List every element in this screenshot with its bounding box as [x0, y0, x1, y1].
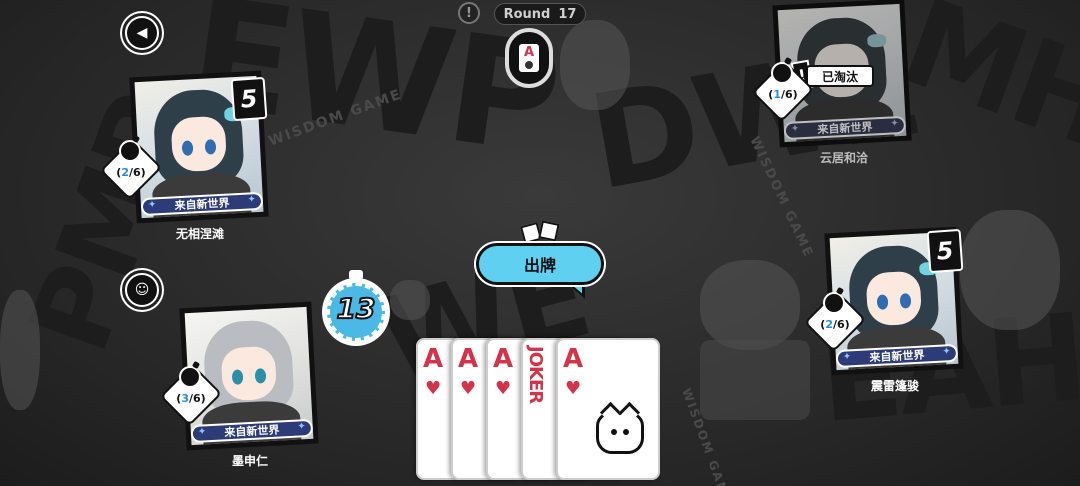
- bomb-icon: [179, 366, 201, 388]
- claim-card-icon: A: [519, 44, 539, 72]
- bomb-count: (1/6): [768, 88, 798, 101]
- bg-mascot: [700, 340, 810, 420]
- bg-text: WISDOM GAME: [679, 386, 735, 486]
- bomb-icon: [119, 140, 141, 162]
- hand-card[interactable]: A ♥: [556, 338, 660, 480]
- cat-eye: [611, 429, 617, 435]
- avatar-bow: [866, 33, 888, 48]
- bg-mascot: [700, 260, 800, 350]
- bomb-current: 2: [121, 166, 129, 179]
- card-rank: JOKER: [525, 346, 546, 404]
- card-suit: ♥: [495, 378, 512, 399]
- player-name: 震雷篷骏: [870, 379, 919, 393]
- avatar-face: [865, 270, 923, 327]
- bomb-count: (2/6): [820, 318, 850, 331]
- bg-mascot: [560, 20, 630, 110]
- round-indicator: Round 17: [494, 3, 586, 25]
- card-rank: A: [563, 344, 584, 374]
- bg-mascot: [960, 210, 1060, 330]
- player-name: 墨申仁: [231, 454, 268, 468]
- card-suit: ♥: [565, 378, 582, 399]
- bomb-counter: (3/6): [159, 363, 223, 427]
- bomb-current: 2: [825, 318, 833, 331]
- card-suit: ♥: [425, 378, 442, 399]
- cat-mascot-icon: [596, 412, 644, 454]
- avatar-eye: [876, 294, 889, 310]
- dice-icon: [518, 220, 562, 245]
- bomb-total: 6: [193, 392, 201, 405]
- bomb-counter: (1/6): [751, 59, 815, 123]
- round-label: Round: [503, 6, 551, 22]
- level-badge: 5: [926, 228, 964, 274]
- game-stage: EWP PMP DWE MHA WE EAH WISDOM GAME WISDO…: [0, 0, 1080, 486]
- bg-graffiti: MHA: [885, 0, 1080, 207]
- alert-icon[interactable]: !: [458, 2, 480, 24]
- avatar-eye: [231, 369, 244, 385]
- play-cards-button[interactable]: 出牌: [476, 243, 604, 299]
- bomb-current: 1: [773, 88, 781, 101]
- bomb-icon: [771, 62, 793, 84]
- eliminated-status: 已淘汰: [806, 65, 874, 87]
- emote-icon: ☺: [127, 275, 157, 305]
- player-name: 云居和洽: [819, 151, 868, 165]
- bomb-icon: [823, 292, 845, 314]
- player-hand: A ♥ A ♥ A ♥ JOKER A ♥: [416, 338, 666, 484]
- card-rank: A: [493, 344, 514, 374]
- bomb-counter: (2/6): [803, 289, 867, 353]
- card-rank: A: [423, 344, 444, 374]
- avatar-face: [220, 345, 278, 402]
- bg-text: WISDOM GAME: [266, 86, 405, 150]
- back-arrow-icon: ◀: [127, 18, 157, 48]
- emote-button[interactable]: ☺: [122, 270, 162, 310]
- bomb-total: 6: [133, 166, 141, 179]
- play-cards-label: 出牌: [476, 243, 604, 285]
- level-badge: 5: [230, 76, 268, 122]
- bg-mascot: [390, 280, 430, 320]
- bomb-current: 3: [181, 392, 189, 405]
- claim-card-mark: [525, 61, 533, 69]
- card-suit: ♥: [460, 378, 477, 399]
- bomb-count: (2/6): [116, 166, 146, 179]
- cat-eye: [623, 429, 629, 435]
- current-claim-badge: A: [505, 28, 553, 88]
- bg-mascot: [0, 290, 40, 410]
- bomb-counter: (2/6): [99, 137, 163, 201]
- round-number: 17: [558, 6, 577, 22]
- bomb-total: 6: [785, 88, 793, 101]
- die: [538, 220, 560, 242]
- bomb-total: 6: [837, 318, 845, 331]
- back-button[interactable]: ◀: [122, 13, 162, 53]
- card-rank: A: [458, 344, 479, 374]
- timer-seconds: 13: [336, 291, 377, 326]
- claim-rank: A: [523, 45, 535, 60]
- bomb-count: (3/6): [176, 392, 206, 405]
- player-name: 无相涅滩: [175, 227, 224, 241]
- turn-timer: 13: [322, 270, 390, 346]
